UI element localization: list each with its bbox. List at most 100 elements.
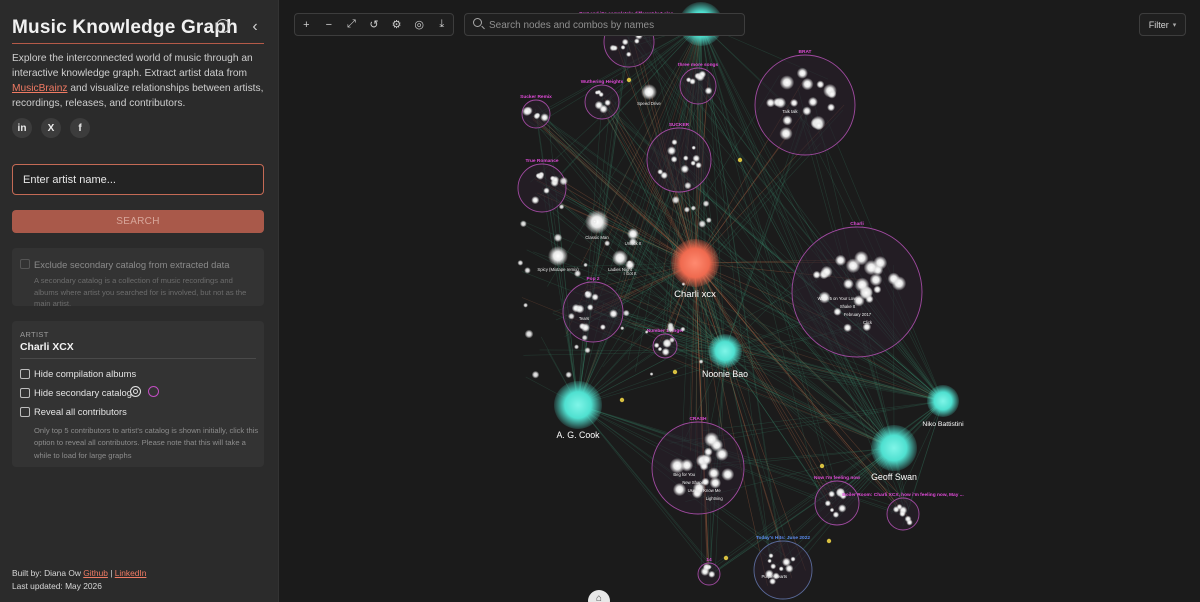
recording-node[interactable]: [704, 86, 713, 95]
recording-node[interactable]: [559, 176, 568, 186]
contributor-node[interactable]: [927, 385, 959, 417]
release-combo[interactable]: Sucker Remix: [520, 94, 552, 129]
recording-node[interactable]: [669, 337, 675, 343]
recording-node[interactable]: [591, 293, 599, 301]
connector-node[interactable]: [672, 369, 678, 375]
combo-circle[interactable]: [791, 226, 923, 358]
recording-node[interactable]: [698, 70, 707, 79]
recording-node[interactable]: [580, 323, 591, 333]
recording-node[interactable]: [524, 329, 534, 339]
connector-node[interactable]: [723, 555, 729, 561]
recording-node[interactable]: [843, 323, 852, 333]
recording-node[interactable]: [702, 200, 710, 208]
recording-node[interactable]: [573, 269, 582, 278]
recording-node[interactable]: [671, 139, 678, 146]
recording-node[interactable]: [816, 80, 825, 89]
recording-node[interactable]: [899, 510, 906, 518]
recording-node[interactable]: [644, 330, 649, 334]
recording-node[interactable]: [699, 461, 709, 471]
recording-node[interactable]: [604, 240, 611, 247]
recording-node[interactable]: [827, 103, 836, 112]
contributor-node[interactable]: [871, 425, 917, 471]
release-combo[interactable]: Now I'm feeling now: [814, 475, 860, 526]
recording-node[interactable]: [524, 267, 531, 274]
zoom-out-icon[interactable]: −: [318, 14, 341, 35]
recording-node[interactable]: [768, 553, 774, 559]
recording-node[interactable]: [854, 277, 870, 293]
recording-node[interactable]: [628, 237, 638, 247]
recording-node[interactable]: [682, 155, 689, 161]
recording-node[interactable]: [779, 75, 795, 90]
recording-node[interactable]: [599, 324, 606, 331]
recording-node[interactable]: [666, 324, 676, 333]
graph-canvas[interactable]: Talk talk BRAT Warm 5 on Your Love Shake It…: [280, 0, 1200, 602]
github-link[interactable]: Github: [83, 568, 108, 578]
recording-node[interactable]: [548, 246, 568, 266]
node-search-input[interactable]: [489, 16, 739, 34]
recording-node[interactable]: [837, 504, 847, 513]
recording-node[interactable]: [690, 205, 697, 211]
main-artist-node[interactable]: [671, 239, 719, 287]
recording-node[interactable]: [775, 97, 787, 109]
recording-node[interactable]: [708, 570, 716, 578]
recording-node[interactable]: [661, 347, 670, 356]
recording-node[interactable]: [621, 38, 629, 46]
connector-node[interactable]: [819, 463, 825, 469]
recording-node[interactable]: [820, 265, 833, 278]
recording-node[interactable]: [770, 563, 777, 570]
recording-node[interactable]: [824, 500, 831, 507]
recording-node[interactable]: [691, 145, 696, 150]
recording-node[interactable]: [796, 67, 808, 79]
recording-node[interactable]: [710, 438, 724, 452]
chevron-left-icon[interactable]: ‹: [246, 18, 264, 36]
exclude-secondary-checkbox[interactable]: [20, 259, 30, 269]
download-icon[interactable]: ⤓: [430, 14, 453, 35]
recording-node[interactable]: [591, 218, 598, 225]
recording-node[interactable]: [565, 371, 572, 379]
recording-node[interactable]: [695, 161, 702, 169]
recording-node[interactable]: [540, 113, 549, 122]
reveal-contributors-checkbox[interactable]: [20, 407, 30, 417]
combo-circle[interactable]: [517, 163, 567, 213]
recording-node[interactable]: [842, 278, 854, 290]
musicbrainz-link[interactable]: MusicBrainz: [12, 83, 67, 94]
recording-node[interactable]: [671, 195, 680, 205]
recording-node[interactable]: [801, 77, 814, 91]
recording-node[interactable]: [620, 44, 626, 50]
recording-node[interactable]: [517, 259, 524, 266]
hide-compilation-checkbox[interactable]: [20, 369, 30, 379]
recording-node[interactable]: [887, 272, 900, 285]
recording-node[interactable]: [906, 519, 913, 526]
recording-node[interactable]: [594, 90, 600, 95]
recording-node[interactable]: [543, 187, 550, 194]
recording-node[interactable]: [869, 273, 883, 287]
linkedin-icon[interactable]: in: [12, 118, 32, 138]
combo-circle[interactable]: [584, 84, 620, 120]
recording-node[interactable]: [531, 196, 540, 205]
recording-node[interactable]: [633, 38, 640, 44]
recording-node[interactable]: [698, 220, 707, 228]
contributor-node[interactable]: [554, 381, 602, 429]
recording-node[interactable]: [790, 556, 796, 562]
recording-node[interactable]: [690, 160, 696, 166]
recording-node[interactable]: [670, 155, 678, 163]
artist-name-input[interactable]: [12, 164, 264, 195]
recording-node[interactable]: [685, 77, 692, 83]
recording-node[interactable]: [649, 372, 654, 376]
zoom-in-icon[interactable]: +: [295, 14, 318, 35]
recording-node[interactable]: [627, 260, 632, 265]
recording-node[interactable]: [625, 51, 632, 58]
contributor-node[interactable]: [708, 334, 742, 368]
release-combo[interactable]: Talk talk BRAT: [754, 49, 856, 156]
release-combo[interactable]: True Romance: [517, 158, 567, 213]
recording-node[interactable]: [522, 106, 532, 117]
recording-node[interactable]: [549, 175, 556, 182]
recording-node[interactable]: [705, 217, 712, 224]
recording-node[interactable]: [680, 326, 686, 332]
recording-node[interactable]: [584, 347, 591, 354]
recording-node[interactable]: [829, 507, 835, 513]
recording-node[interactable]: [581, 334, 588, 341]
recording-node[interactable]: [535, 173, 541, 179]
recording-node[interactable]: [584, 290, 590, 296]
x-icon[interactable]: X: [41, 118, 61, 138]
